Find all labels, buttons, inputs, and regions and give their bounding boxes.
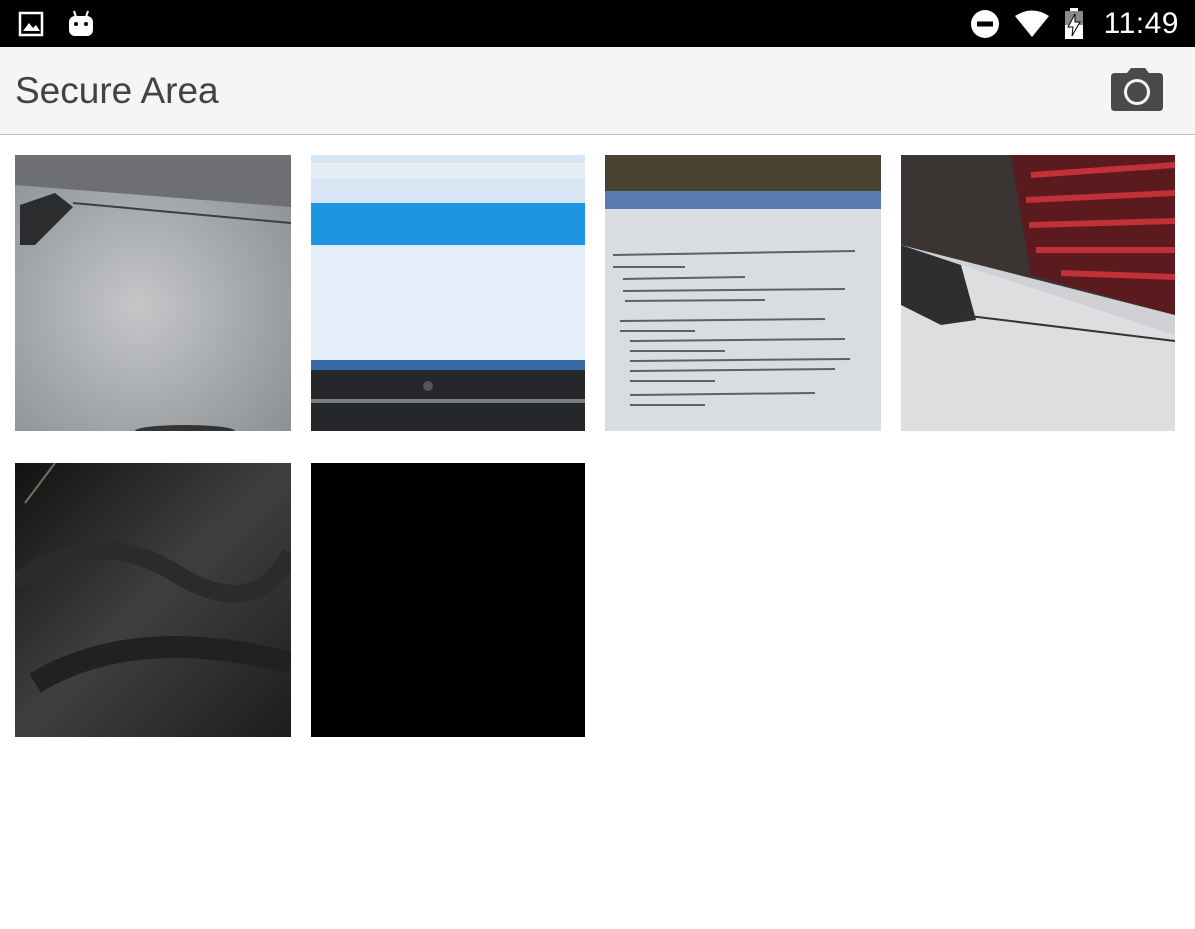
wifi-icon xyxy=(1014,10,1049,37)
photo-image xyxy=(605,155,881,431)
photo-image xyxy=(15,155,291,431)
photo-image xyxy=(901,155,1175,431)
photo-image xyxy=(311,463,585,737)
photo-thumbnail[interactable] xyxy=(311,155,585,431)
page-title: Secure Area xyxy=(15,70,219,111)
photo-image xyxy=(311,155,585,431)
gallery-notification-icon xyxy=(18,11,44,36)
app-bar: Secure Area xyxy=(0,47,1195,135)
camera-icon xyxy=(1111,68,1163,111)
photo-thumbnail[interactable] xyxy=(15,463,291,737)
battery-charging-icon xyxy=(1064,7,1083,39)
photo-thumbnail[interactable] xyxy=(15,155,291,431)
do-not-disturb-icon xyxy=(970,9,999,38)
photo-image xyxy=(15,463,291,737)
photo-thumbnail[interactable] xyxy=(901,155,1175,431)
android-debug-icon xyxy=(69,10,93,36)
photo-thumbnail[interactable] xyxy=(605,155,881,431)
status-bar: 11:49 xyxy=(0,0,1195,47)
photo-thumbnail[interactable] xyxy=(311,463,585,737)
camera-button[interactable] xyxy=(1109,67,1165,115)
status-clock: 11:49 xyxy=(1103,6,1179,40)
